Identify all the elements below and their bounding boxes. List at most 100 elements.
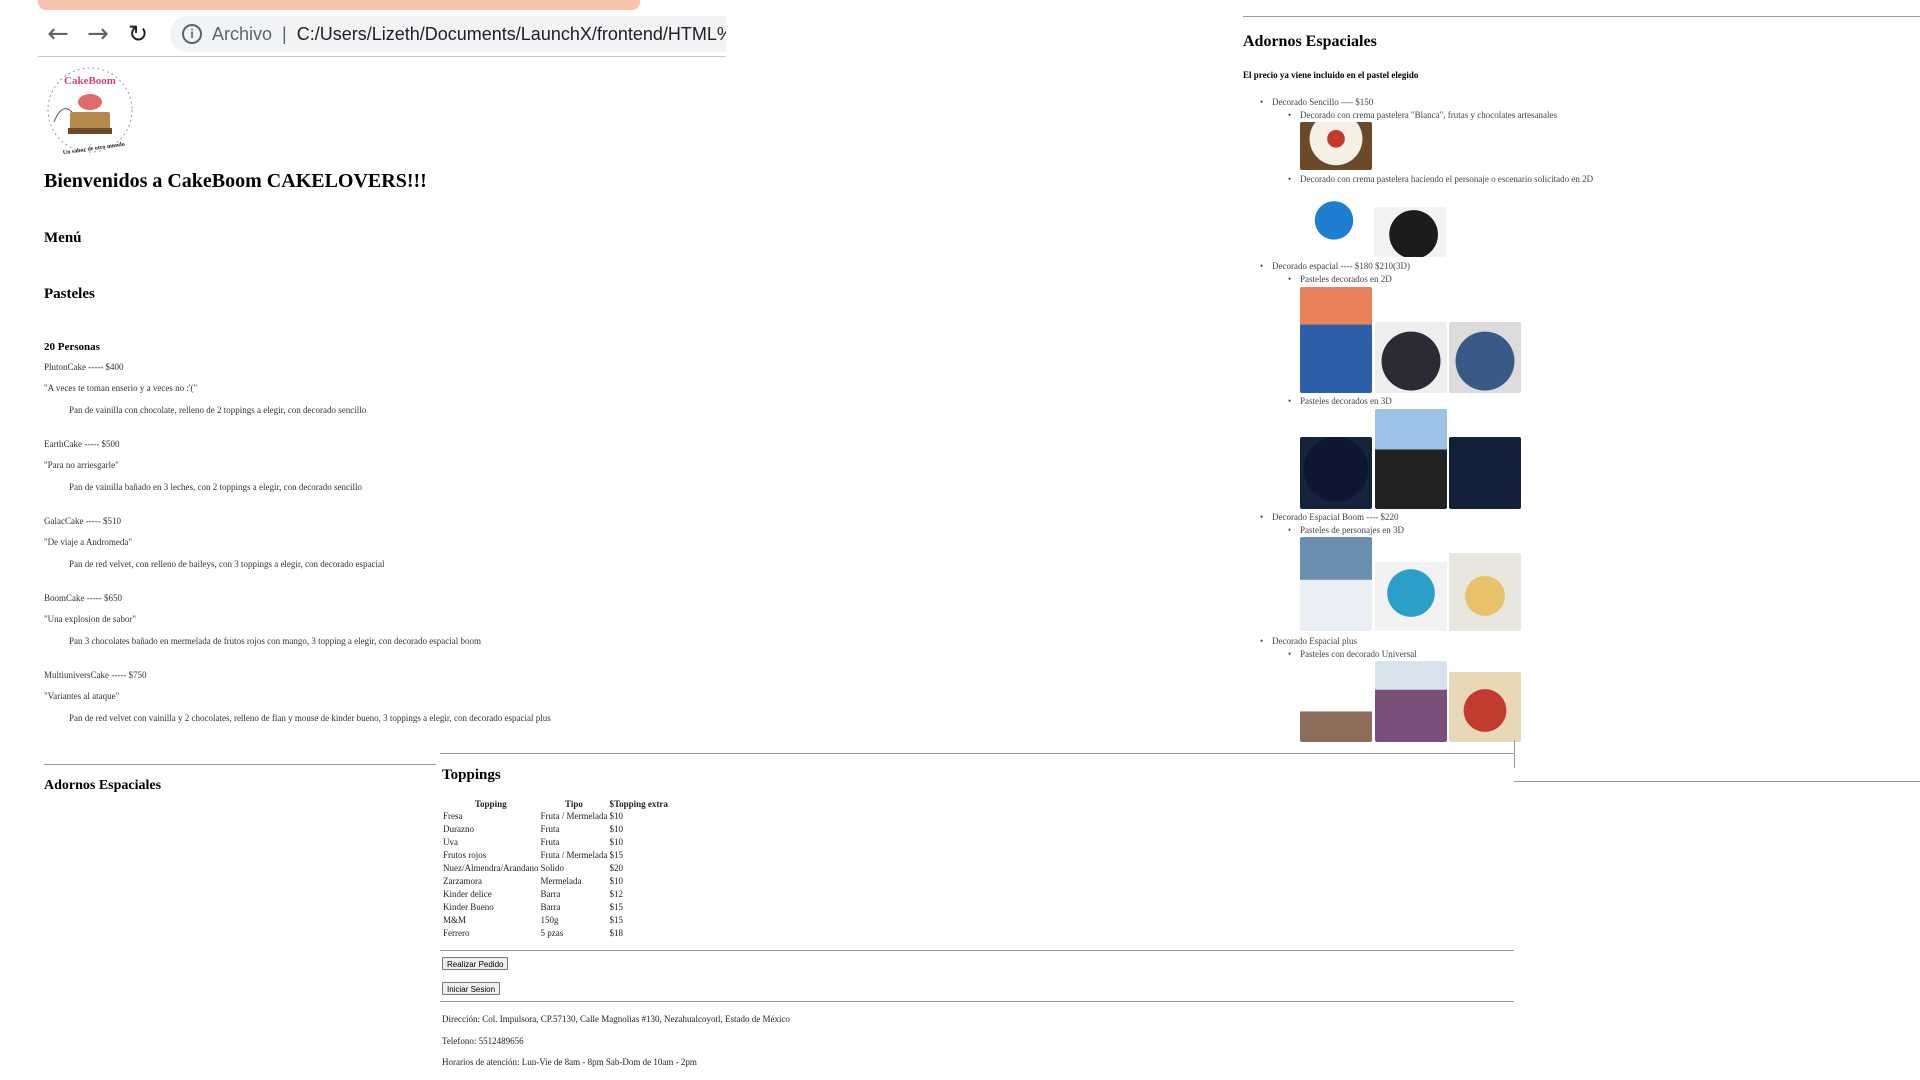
table-cell: Mermelada [540, 876, 582, 886]
divider [1514, 781, 1920, 782]
table-cell: $12 [609, 889, 623, 899]
table-cell: Barra [540, 902, 561, 912]
divider [1514, 740, 1515, 768]
table-cell: $10 [609, 811, 623, 821]
cake-slogan: "Una explosion de sabor" [44, 614, 137, 624]
column-header: Topping [474, 798, 507, 809]
table-cell: Solido [540, 863, 564, 873]
list-item: Decorado Espacial plus [1260, 636, 1357, 646]
list-subitem: Pasteles decorados en 3D [1288, 396, 1392, 406]
divider [440, 1001, 1514, 1002]
menu-heading: Menú [44, 230, 82, 246]
table-cell: $15 [609, 902, 623, 912]
list-subitem: Decorado con crema pastelera "Blanca", f… [1288, 110, 1557, 120]
svg-text:CakeBoom: CakeBoom [64, 75, 116, 87]
footer-phone: Telefono: 5512489656 [442, 1036, 524, 1046]
table-cell: Fruta / Mermelada [540, 850, 608, 860]
table-row: Kinder Bueno Barra $15 [442, 901, 669, 914]
cake-photo [1375, 562, 1447, 631]
table-row: Durazno Fruta $10 [442, 823, 669, 836]
table-cell: $10 [609, 876, 623, 886]
table-cell: $15 [609, 915, 623, 925]
divider [440, 753, 1514, 754]
table-cell: $10 [609, 837, 623, 847]
table-cell: Ferrero [443, 928, 470, 938]
adornos-heading-right: Adornos Espaciales [1243, 33, 1377, 50]
welcome-heading: Bienvenidos a CakeBoom CAKELOVERS!!! [44, 170, 427, 192]
cakeboom-logo: CakeBoom Un sabor de otro mundo [42, 62, 138, 158]
table-row: M&M 150g $15 [442, 914, 669, 927]
table-cell: $10 [609, 824, 623, 834]
cake-name-price: MultiuniversCake ----- $750 [44, 670, 147, 680]
section-20-personas: 20 Personas [44, 341, 100, 353]
divider [44, 764, 436, 765]
address-scheme: Archivo [212, 23, 273, 44]
list-item: Decorado Sencillo ---- $150 [1260, 97, 1373, 107]
cake-photo [1449, 437, 1521, 509]
cake-description: Pan de red velvet, con relleno de bailey… [69, 559, 385, 569]
browser-toolbar: ← → ↻ i Archivo | C:/Users/Lizeth/Docume… [38, 12, 726, 57]
table-cell: $15 [609, 850, 623, 860]
browser-tab-strip [38, 0, 640, 10]
list-subitem: Pasteles de personajes en 3D [1288, 525, 1404, 535]
table-row: Fresa Fruta / Mermelada $10 [442, 810, 669, 823]
price-note: El precio ya viene incluido en el pastel… [1243, 70, 1419, 80]
cake-list: PlutonCake ----- $400 "A veces te toman … [44, 362, 684, 747]
table-cell: M&M [443, 915, 467, 925]
cake-slogan: "Para no arriesgarle" [44, 460, 119, 470]
address-bar[interactable]: i Archivo | C:/Users/Lizeth/Documents/La… [170, 16, 726, 52]
table-row: Ferrero 5 pzas $18 [442, 927, 669, 940]
list-subitem: Pasteles con decorado Universal [1288, 649, 1417, 659]
cake-photo [1375, 661, 1447, 742]
cake-slogan: "A veces te toman enserio y a veces no :… [44, 383, 198, 393]
table-cell: Durazno [443, 824, 474, 834]
table-row: Kinder delice Barra $12 [442, 888, 669, 901]
table-cell: Fruta / Mermelada [540, 811, 608, 821]
footer-hours: Horarios de atención: Lun-Vie de 8am - 8… [442, 1057, 697, 1067]
cake-photo [1300, 537, 1372, 631]
table-cell: Frutos rojos [443, 850, 487, 860]
table-cell: Uva [443, 837, 458, 847]
table-cell: $18 [609, 928, 623, 938]
table-cell: 150g [540, 915, 559, 925]
table-cell: Kinder delice [443, 889, 492, 899]
iniciar-sesion-button[interactable]: Iniciar Sesion [442, 982, 501, 995]
column-header: $Topping extra [609, 798, 668, 809]
reload-icon[interactable]: ↻ [118, 16, 158, 52]
cake-description: Pan de vainilla bañado en 3 leches, con … [69, 482, 363, 492]
cake-description: Pan 3 chocolates bañado en mermelada de … [69, 636, 482, 646]
arrow-left-icon[interactable]: ← [38, 16, 78, 52]
table-cell: Fruta [540, 824, 560, 834]
footer-address: Dirección: Col. Impulsora, CP.57130, Cal… [442, 1014, 790, 1024]
table-cell: Fresa [443, 811, 463, 821]
cake-photo [1303, 197, 1365, 249]
divider [440, 950, 1514, 951]
arrow-right-icon[interactable]: → [78, 16, 118, 52]
table-cell: Nuez/Almendra/Arandano [443, 863, 539, 873]
cake-photo [1449, 322, 1521, 393]
info-icon[interactable]: i [182, 24, 202, 44]
cake-item: PlutonCake ----- $400 "A veces te toman … [44, 362, 684, 439]
cake-photo [1449, 553, 1521, 631]
list-subitem: Pasteles decorados en 2D [1288, 274, 1392, 284]
cake-name-price: EarthCake ----- $500 [44, 439, 120, 449]
cake-photo [1300, 287, 1372, 393]
table-cell: 5 pzas [540, 928, 564, 938]
toppings-table: Topping Tipo $Topping extra Fresa Fruta /… [442, 797, 669, 940]
adornos-heading-left: Adornos Espaciales [44, 778, 162, 793]
table-cell: $20 [609, 863, 623, 873]
table-row: Frutos rojos Fruta / Mermelada $15 [442, 849, 669, 862]
cake-photo [1449, 672, 1521, 742]
cake-name-price: BoomCake ----- $650 [44, 593, 122, 603]
table-row: Nuez/Almendra/Arandano Solido $20 [442, 862, 669, 875]
table-cell: Zarzamora [443, 876, 482, 886]
table-cell: Kinder Bueno [443, 902, 494, 912]
list-subitem: Decorado con crema pastelera haciendo el… [1288, 174, 1593, 184]
pasteles-heading: Pasteles [44, 286, 95, 302]
cake-slogan: "Variantes al ataque" [44, 691, 120, 701]
list-item: Decorado espacial ---- $180 $210(3D) [1260, 261, 1410, 271]
table-header-row: Topping Tipo $Topping extra [442, 797, 669, 810]
table-row: Zarzamora Mermelada $10 [442, 875, 669, 888]
realizar-pedido-button[interactable]: Realizar Pedido [442, 957, 509, 970]
table-row: Uva Fruta $10 [442, 836, 669, 849]
